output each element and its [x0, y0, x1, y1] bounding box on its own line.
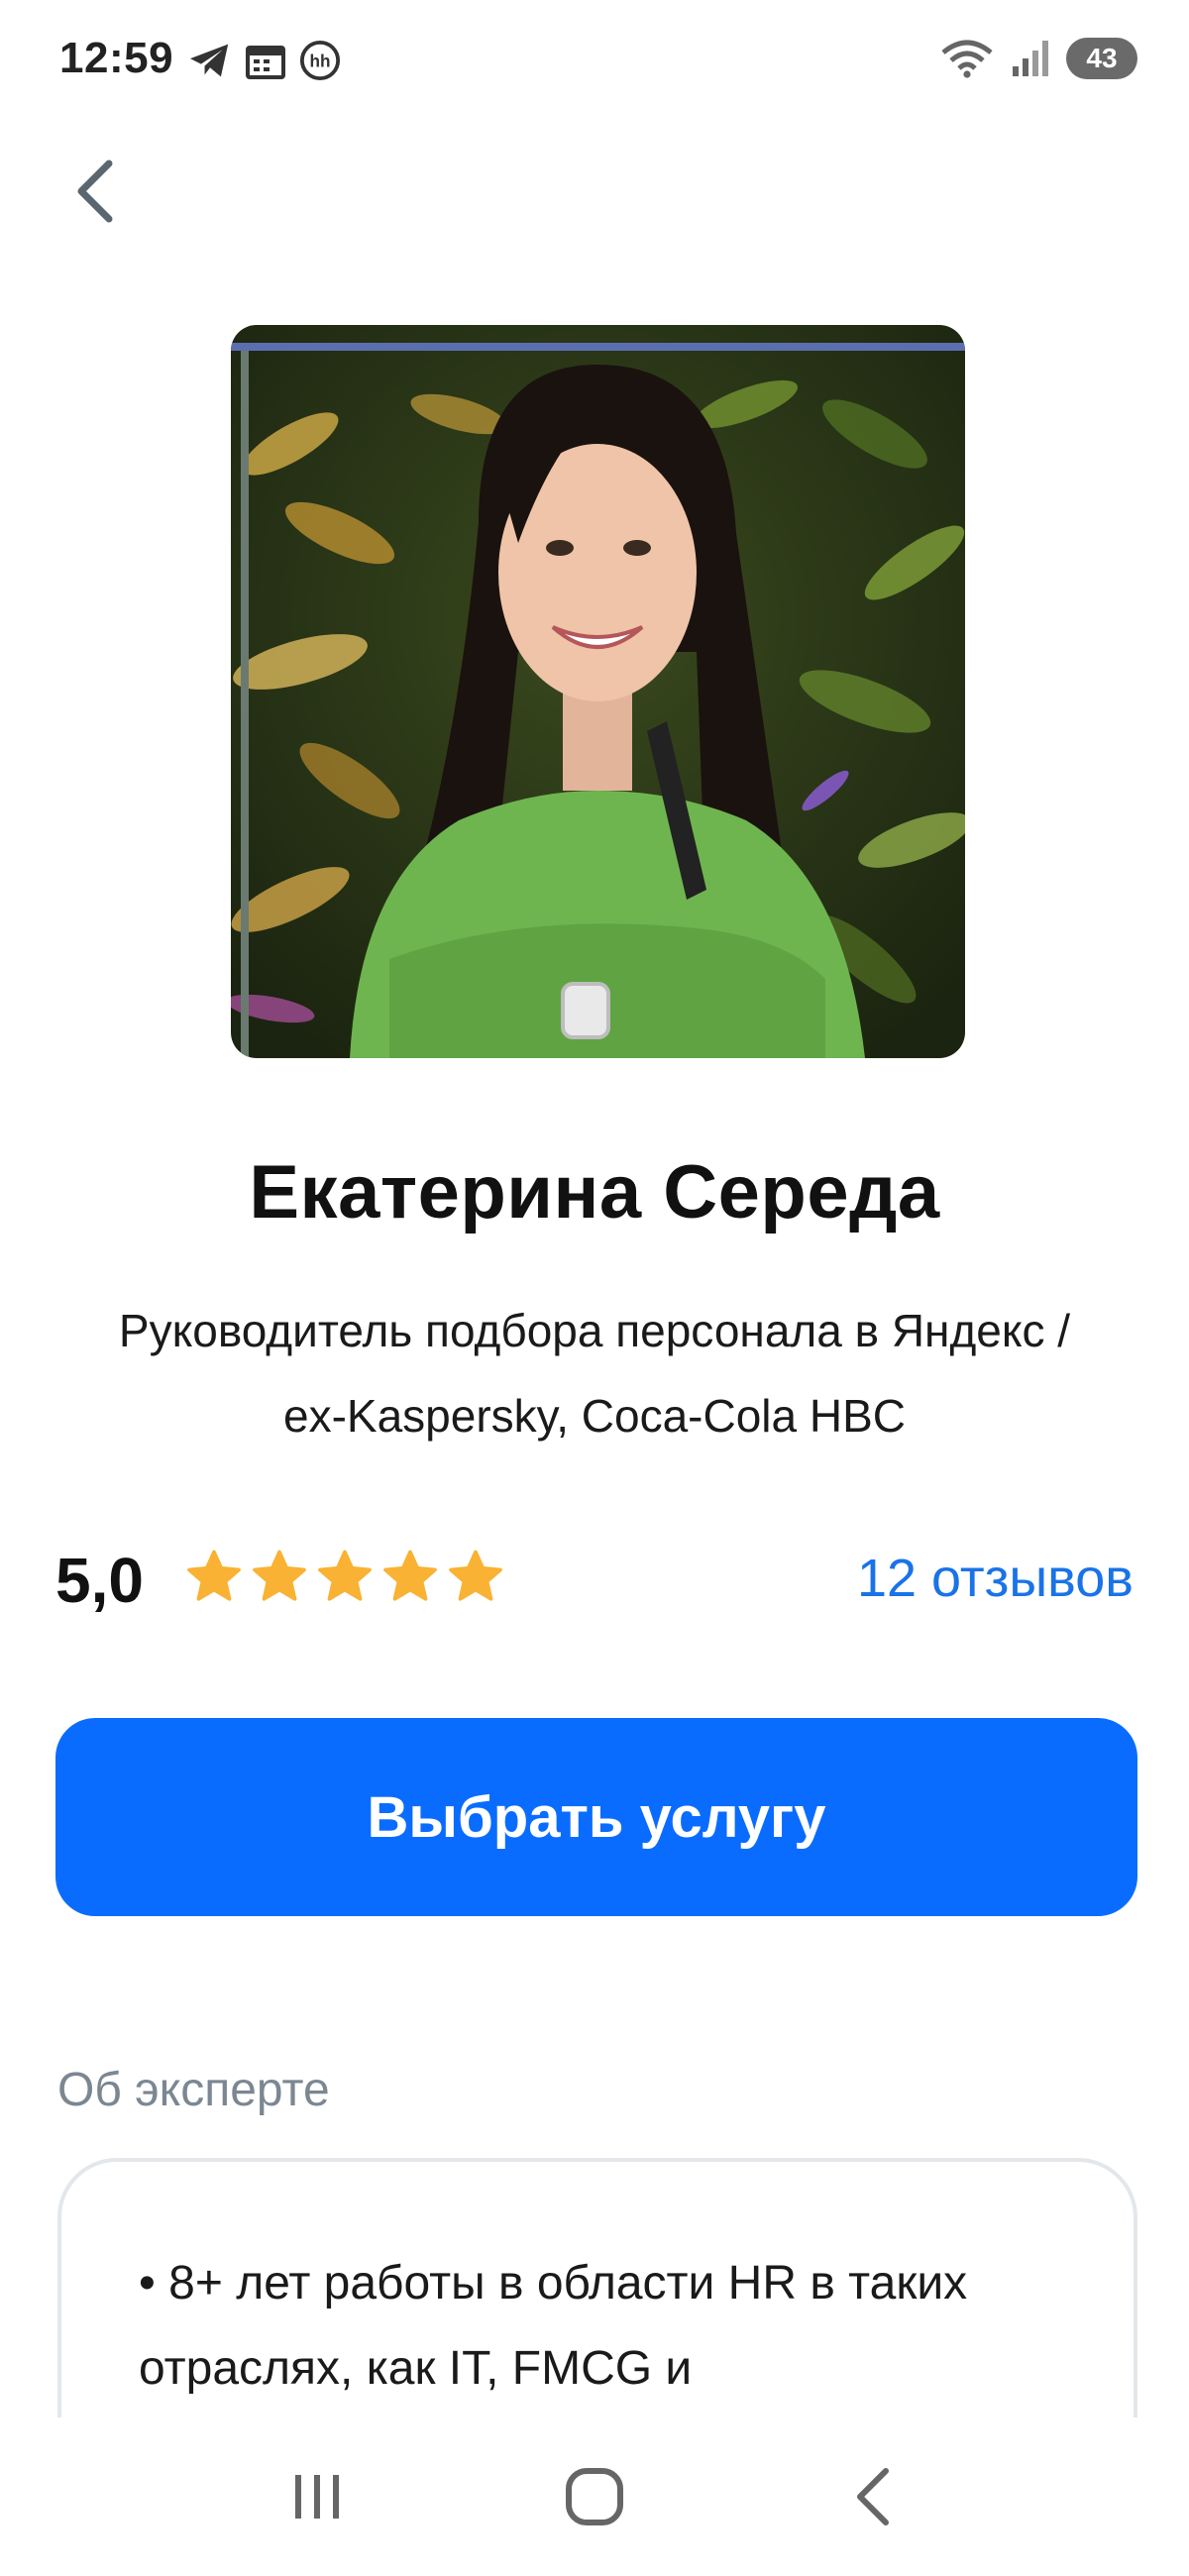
- status-time: 12:59: [59, 34, 174, 82]
- about-text: • 8+ лет работы в области HR в таких отр…: [139, 2257, 968, 2395]
- home-icon: [566, 2468, 623, 2525]
- status-icons-right: 43: [941, 38, 1137, 79]
- chevron-left-icon: [77, 160, 113, 223]
- status-bar: 12:59 hh 43: [0, 0, 1189, 119]
- about-title: Об эксперте: [57, 2064, 330, 2116]
- rating-stars: [184, 1548, 505, 1607]
- signal-icon: [1013, 41, 1048, 76]
- home-button[interactable]: [535, 2447, 654, 2546]
- back-icon: [857, 2468, 889, 2525]
- star-icon: [449, 1550, 502, 1601]
- telegram-icon: [190, 44, 229, 77]
- expert-photo: [231, 325, 965, 1058]
- star-icon: [253, 1550, 306, 1601]
- reviews-link[interactable]: 12 отзывов: [857, 1548, 1134, 1609]
- system-back-button[interactable]: [812, 2447, 931, 2546]
- expert-subtitle: Руководитель подбора персонала в Яндекс …: [118, 1305, 1071, 1442]
- status-icons-left: hh: [188, 40, 341, 81]
- choose-service-button[interactable]: Выбрать услугу: [55, 1718, 1137, 1916]
- expert-name: Екатерина Середа: [249, 1150, 940, 1234]
- calendar-icon: [246, 46, 285, 79]
- star-icon: [187, 1550, 241, 1601]
- recent-apps-button[interactable]: [258, 2447, 377, 2546]
- back-button[interactable]: [65, 157, 125, 226]
- system-nav-bar: [0, 2417, 1189, 2576]
- star-icon: [318, 1550, 372, 1601]
- svg-text:hh: hh: [310, 52, 331, 71]
- wifi-icon: [941, 40, 993, 78]
- hh-icon: hh: [299, 40, 341, 81]
- battery-icon: 43: [1066, 38, 1137, 79]
- recent-apps-icon: [295, 2475, 339, 2519]
- rating-value: 5,0: [55, 1545, 144, 1616]
- star-icon: [383, 1550, 437, 1601]
